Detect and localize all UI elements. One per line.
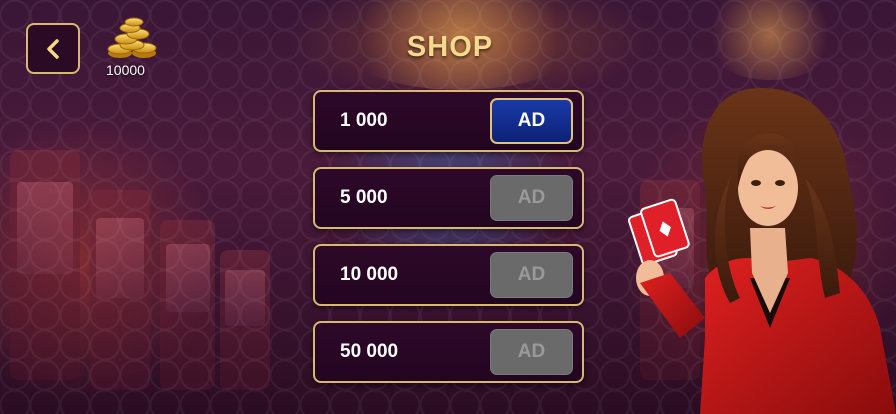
shop-item-1000: 1 000 AD bbox=[313, 90, 584, 152]
watch-ad-button-disabled[interactable]: AD bbox=[490, 329, 573, 375]
watch-ad-button-disabled[interactable]: AD bbox=[490, 175, 573, 221]
coin-count: 10000 bbox=[106, 62, 145, 78]
coin-amount: 10 000 bbox=[340, 264, 399, 285]
watch-ad-button[interactable]: AD bbox=[490, 98, 573, 144]
shop-item-5000: 5 000 AD bbox=[313, 167, 584, 229]
shop-item-10000: 10 000 AD bbox=[313, 244, 584, 306]
page-title-wrap: SHOP bbox=[0, 31, 896, 64]
coin-amount: 1 000 bbox=[340, 110, 388, 131]
page-title: SHOP bbox=[406, 31, 494, 63]
watch-ad-button-disabled[interactable]: AD bbox=[490, 252, 573, 298]
dealer-character-illustration bbox=[628, 88, 896, 414]
coin-amount: 50 000 bbox=[340, 341, 399, 362]
shop-item-50000: 50 000 AD bbox=[313, 321, 584, 383]
coin-amount: 5 000 bbox=[340, 187, 388, 208]
shop-list: 1 000 AD 5 000 AD 10 000 AD 50 000 AD bbox=[313, 90, 584, 398]
